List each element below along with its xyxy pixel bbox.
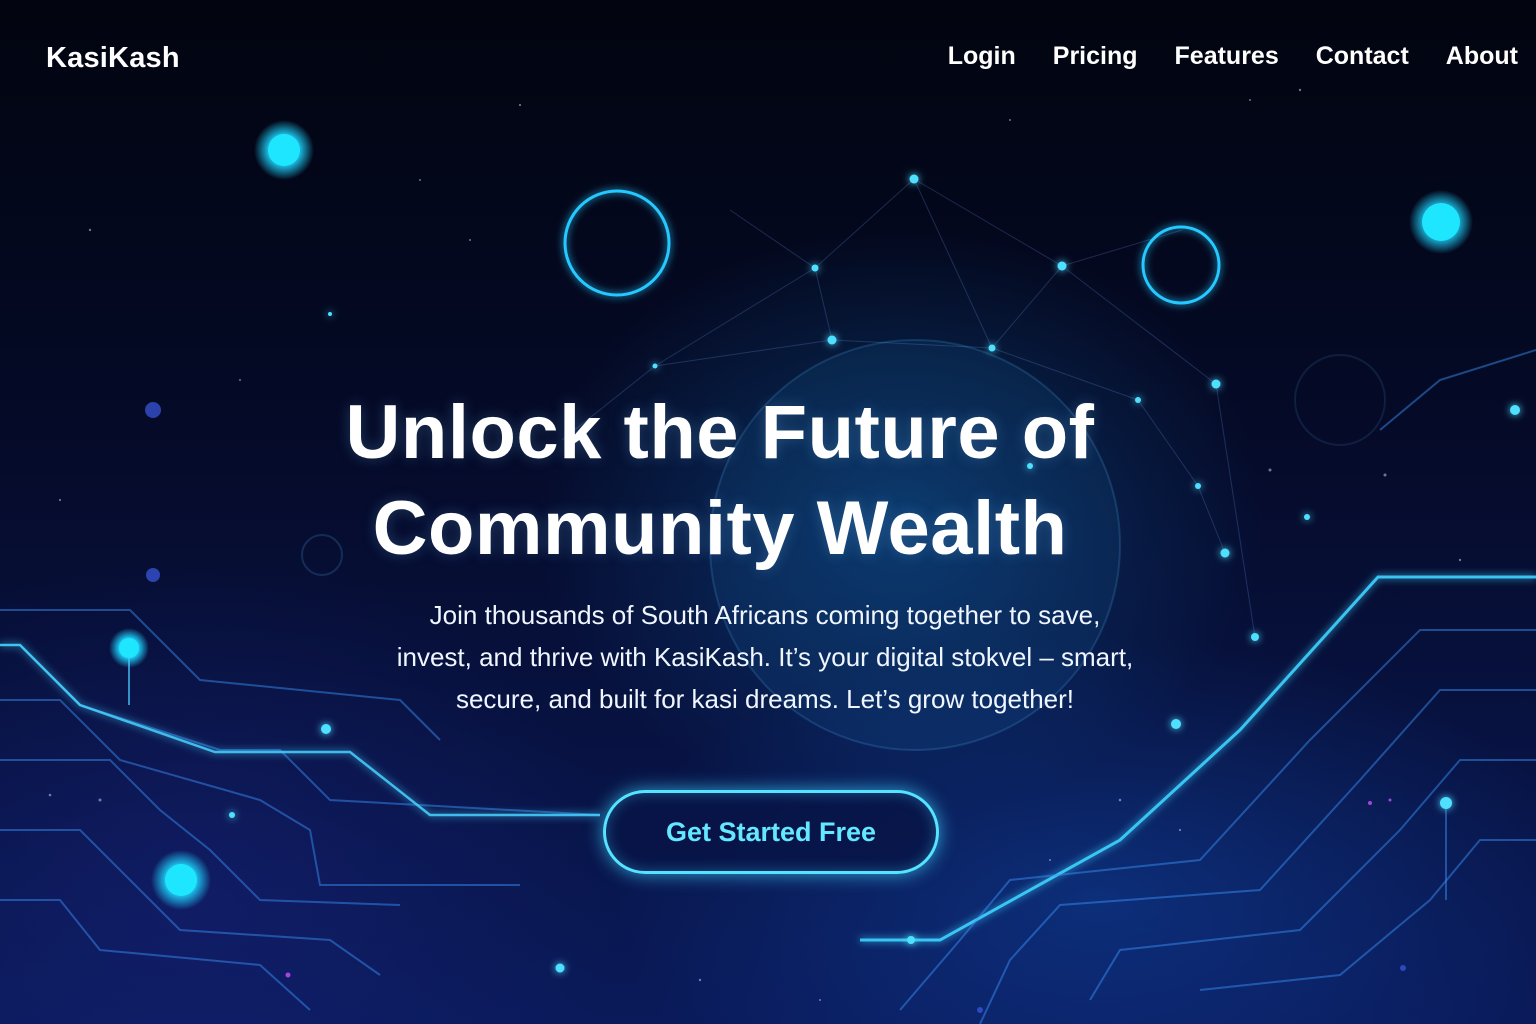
hero-title-line-1: Unlock the Future of bbox=[345, 390, 1095, 475]
nav-about-link[interactable]: About bbox=[1446, 42, 1518, 71]
nav-pricing-link[interactable]: Pricing bbox=[1053, 42, 1138, 71]
hero-title: Unlock the Future of Community Wealth bbox=[250, 385, 1190, 577]
brand-logo[interactable]: KasiKash bbox=[46, 42, 180, 75]
nav-features-link[interactable]: Features bbox=[1175, 42, 1279, 71]
hero-subtitle-line-3: secure, and built for kasi dreams. Let’s… bbox=[455, 684, 1075, 714]
top-navigation: Login Pricing Features Contact About bbox=[948, 42, 1518, 71]
nav-login-link[interactable]: Login bbox=[948, 42, 1016, 71]
get-started-button[interactable]: Get Started Free bbox=[603, 790, 939, 874]
hero-title-line-2: Community Wealth bbox=[372, 486, 1068, 571]
hero-subtitle-line-1: Join thousands of South Africans coming … bbox=[429, 600, 1101, 630]
hero-subtitle-line-2: invest, and thrive with KasiKash. It’s y… bbox=[396, 642, 1134, 672]
hero-subtitle: Join thousands of South Africans coming … bbox=[330, 594, 1200, 720]
landing-page: KasiKash Login Pricing Features Contact … bbox=[0, 0, 1536, 1024]
nav-contact-link[interactable]: Contact bbox=[1316, 42, 1409, 71]
